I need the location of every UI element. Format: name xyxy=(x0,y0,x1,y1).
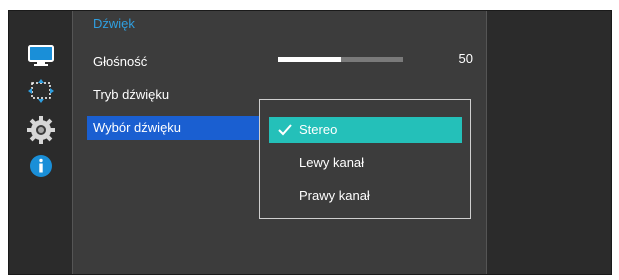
icon-sidebar xyxy=(9,11,73,274)
menu-item-sound-mode[interactable]: Tryb dźwięku xyxy=(87,83,267,107)
screen-adjust-icon[interactable] xyxy=(23,76,59,106)
info-icon[interactable] xyxy=(23,151,59,181)
volume-slider-fill xyxy=(278,57,341,62)
option-stereo[interactable]: Stereo xyxy=(269,117,462,143)
option-left-channel[interactable]: Lewy kanał xyxy=(269,150,462,176)
gear-icon[interactable] xyxy=(23,115,59,145)
sound-menu-panel: Dźwięk Głośność 50 Tryb dźwięku Wybór dź… xyxy=(73,11,487,274)
option-right-channel[interactable]: Prawy kanał xyxy=(269,183,462,209)
option-label: Lewy kanał xyxy=(299,155,365,170)
right-panel xyxy=(487,11,611,274)
volume-value: 50 xyxy=(458,51,473,66)
volume-slider[interactable] xyxy=(278,57,403,62)
option-label: Stereo xyxy=(299,122,338,137)
menu-item-sound-select[interactable]: Wybór dźwięku xyxy=(87,116,267,140)
sound-select-dropdown: Stereo Lewy kanał Prawy kanał xyxy=(259,99,471,219)
menu-title: Dźwięk xyxy=(93,16,135,31)
menu-item-volume[interactable]: Głośność xyxy=(87,50,267,74)
checkmark-icon xyxy=(277,117,293,143)
osd-window: Dźwięk Głośność 50 Tryb dźwięku Wybór dź… xyxy=(8,10,612,275)
option-label: Prawy kanał xyxy=(299,188,370,203)
monitor-icon[interactable] xyxy=(23,41,59,71)
